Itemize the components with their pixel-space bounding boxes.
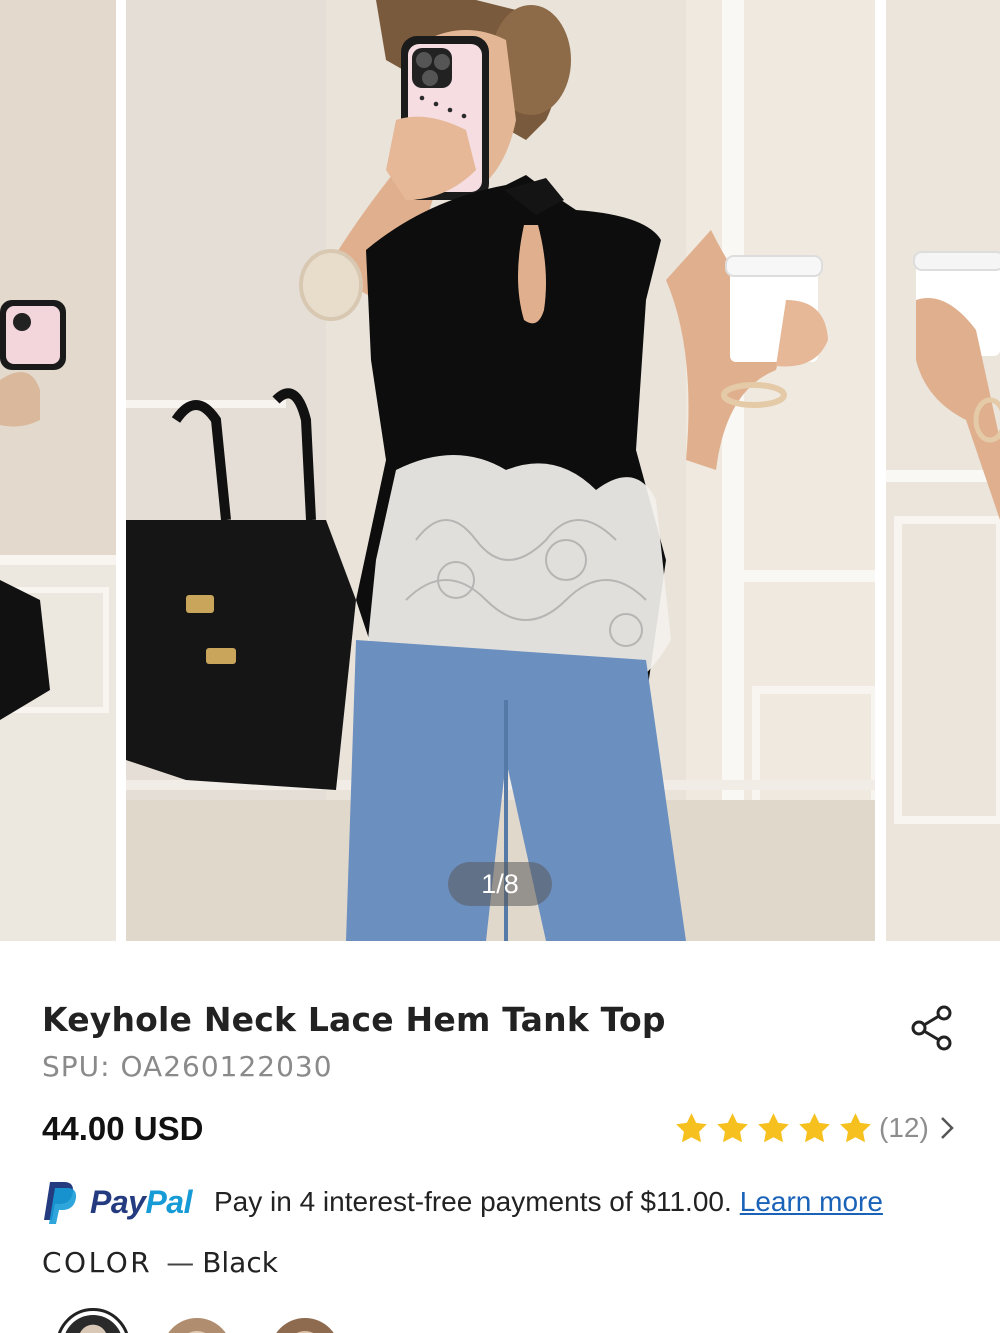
paypal-pay-in-4-banner: PayPal Pay in 4 interest-free payments o… <box>42 1178 883 1226</box>
image-counter: 1/8 <box>448 862 552 906</box>
selected-color-value: Black <box>202 1246 278 1279</box>
color-separator: — <box>166 1246 195 1279</box>
color-swatch[interactable] <box>162 1318 232 1333</box>
product-price: 44.00 USD <box>42 1110 204 1147</box>
color-swatch-selected[interactable] <box>56 1308 130 1333</box>
paypal-message: Pay in 4 interest-free payments of $11.0… <box>213 1186 732 1217</box>
color-swatch[interactable] <box>270 1318 340 1333</box>
paypal-learn-more-link[interactable]: Learn more <box>740 1186 883 1218</box>
color-swatch-image <box>63 1315 123 1333</box>
star-rating <box>674 1111 873 1146</box>
chevron-right-icon[interactable] <box>937 1114 957 1142</box>
star-icon <box>799 1112 830 1142</box>
color-label: COLOR <box>42 1246 153 1279</box>
carousel-slide-next[interactable] <box>886 0 1000 941</box>
product-photo-main <box>126 0 875 941</box>
review-count[interactable]: (12) <box>879 1112 929 1144</box>
star-icon <box>840 1112 871 1142</box>
share-icon[interactable] <box>910 1004 956 1052</box>
product-image-carousel[interactable]: 1/8 <box>0 0 1000 941</box>
star-icon <box>676 1112 707 1142</box>
carousel-slide-previous[interactable] <box>0 0 116 941</box>
product-spu: SPU: OA260122030 <box>42 1050 333 1083</box>
product-title: Keyhole Neck Lace Hem Tank Top <box>42 1000 666 1039</box>
product-photo-previous <box>0 0 116 941</box>
star-icon <box>758 1112 789 1142</box>
rating-summary[interactable]: (12) <box>674 1108 957 1148</box>
product-photo-next <box>886 0 1000 941</box>
color-selector-label: COLOR — Black <box>42 1246 278 1279</box>
paypal-wordmark-pay: Pay <box>90 1183 146 1220</box>
carousel-slide-current[interactable] <box>126 0 875 941</box>
paypal-wordmark-pal: Pal <box>145 1183 192 1220</box>
paypal-logo-icon <box>44 1182 77 1224</box>
paypal-wordmark: PayPal <box>90 1184 192 1221</box>
star-icon <box>717 1112 748 1142</box>
